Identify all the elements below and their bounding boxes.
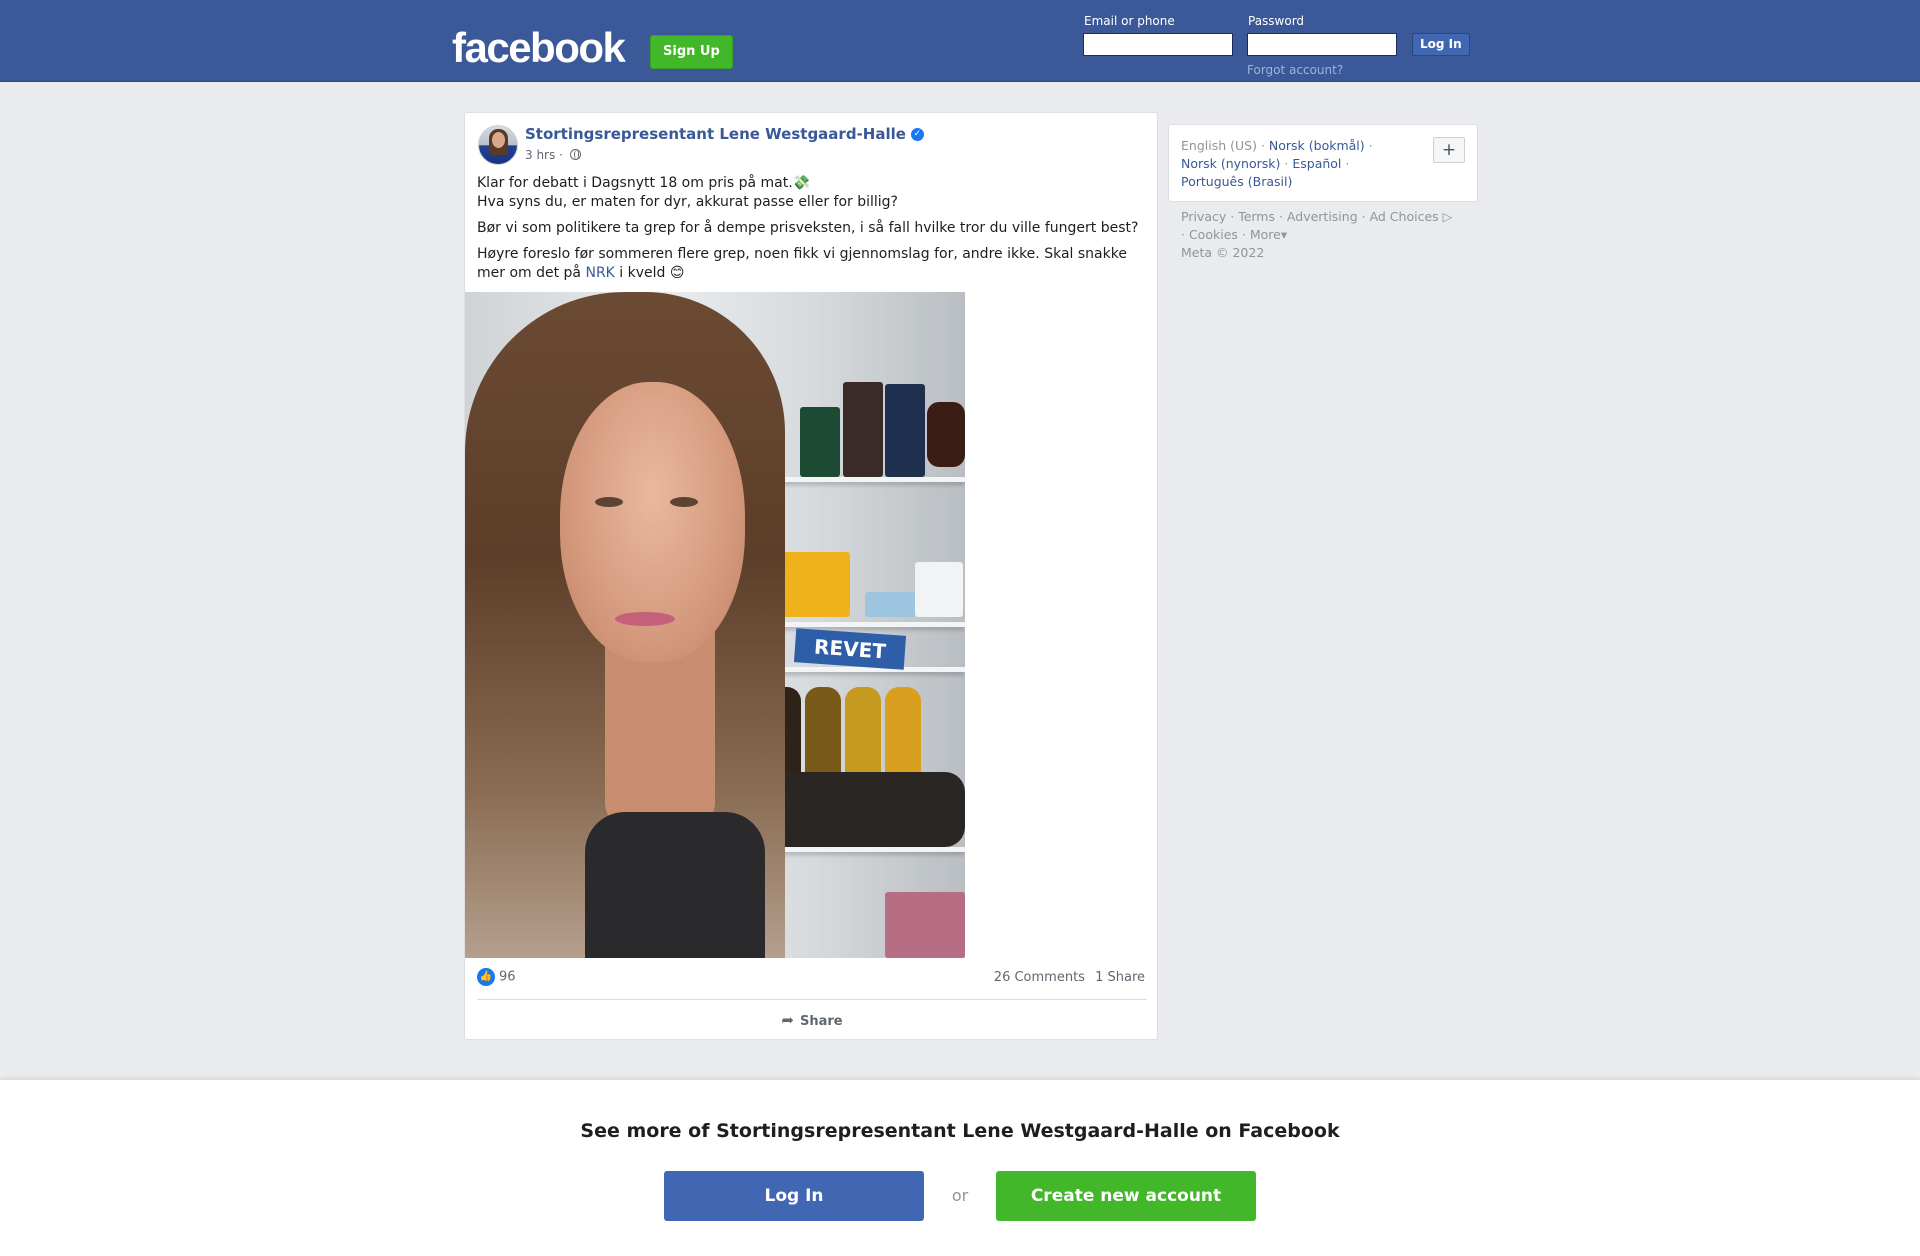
share-label: Share [799, 1014, 843, 1029]
language-option[interactable]: Norsk (bokmål) [1269, 138, 1365, 153]
verified-badge-icon: ✓ [910, 128, 924, 141]
share-button[interactable]: ➦ Share [477, 1001, 1147, 1039]
forgot-account-link[interactable]: Forgot account? [1247, 63, 1343, 77]
top-bar: facebook Sign Up Email or phone Password… [0, 0, 1920, 82]
ad-choices-icon: ▷ [1438, 209, 1453, 224]
caret-down-icon: ▾ [1280, 227, 1288, 242]
meta-separator: · [559, 148, 563, 162]
divider [477, 999, 1147, 1000]
post-paragraph-2: Bør vi som politikere ta grep for å demp… [477, 220, 1139, 236]
globe-icon [569, 149, 581, 160]
sign-up-button[interactable]: Sign Up [650, 35, 733, 69]
copyright: Meta © 2022 [1181, 245, 1265, 260]
post-meta: 3 hrs · [525, 148, 581, 162]
likes-count[interactable]: 96 [499, 970, 516, 985]
post-paragraph-3: Høyre foreslo før sommeren flere grep, n… [477, 246, 1127, 281]
language-option[interactable]: Norsk (nynorsk) [1181, 156, 1280, 171]
language-selector: English (US) · Norsk (bokmål) · Norsk (n… [1168, 124, 1478, 202]
banner-or: or [951, 1186, 969, 1205]
login-form: Email or phone Password Log In Forgot ac… [1083, 12, 1483, 78]
language-option[interactable]: Português (Brasil) [1181, 174, 1292, 189]
shares-count[interactable]: 1 Share [1095, 970, 1145, 985]
email-field[interactable] [1083, 33, 1233, 56]
like-icon: 👍 [477, 968, 495, 986]
footer-links: Privacy · Terms · Advertising · Ad Choic… [1181, 209, 1453, 260]
more-link[interactable]: More [1250, 227, 1281, 242]
ad-choices-link[interactable]: Ad Choices [1370, 209, 1439, 224]
banner-title: See more of Stortingsrepresentant Lene W… [580, 1120, 1340, 1142]
post-timestamp[interactable]: 3 hrs [525, 148, 555, 162]
share-icon: ➦ [781, 1011, 794, 1029]
post-card: Stortingsrepresentant Lene Westgaard-Hal… [464, 112, 1158, 1040]
privacy-link[interactable]: Privacy [1181, 209, 1226, 224]
post-photo[interactable]: REVET [465, 292, 965, 958]
password-label: Password [1248, 14, 1305, 28]
terms-link[interactable]: Terms [1238, 209, 1275, 224]
create-account-button[interactable]: Create new account [996, 1171, 1256, 1221]
nrk-link[interactable]: NRK [585, 265, 614, 281]
post-author[interactable]: Stortingsrepresentant Lene Westgaard-Hal… [525, 125, 924, 143]
post-counts: 26 Comments 1 Share [988, 970, 1145, 985]
email-label: Email or phone [1084, 14, 1175, 28]
author-name[interactable]: Stortingsrepresentant Lene Westgaard-Hal… [525, 125, 906, 143]
reactions[interactable]: 👍 96 [477, 968, 516, 986]
more-languages-button[interactable]: + [1433, 137, 1465, 163]
current-language: English (US) [1181, 138, 1257, 153]
language-option[interactable]: Español [1292, 156, 1341, 171]
post-paragraph-3-end: i kveld 😊 [614, 265, 685, 281]
login-banner: See more of Stortingsrepresentant Lene W… [0, 1080, 1920, 1256]
cookies-link[interactable]: Cookies [1189, 227, 1238, 242]
banner-login-button[interactable]: Log In [664, 1171, 924, 1221]
advertising-link[interactable]: Advertising [1287, 209, 1358, 224]
facebook-logo[interactable]: facebook [452, 24, 626, 72]
comments-count[interactable]: 26 Comments [994, 970, 1085, 985]
post-line-2: Hva syns du, er maten for dyr, akkurat p… [477, 194, 898, 210]
post-line-1: Klar for debatt i Dagsnytt 18 om pris på… [477, 175, 811, 191]
password-field[interactable] [1247, 33, 1397, 56]
avatar[interactable] [478, 125, 518, 165]
header-login-button[interactable]: Log In [1412, 33, 1470, 56]
post-text: Klar for debatt i Dagsnytt 18 om pris på… [477, 174, 1152, 290]
